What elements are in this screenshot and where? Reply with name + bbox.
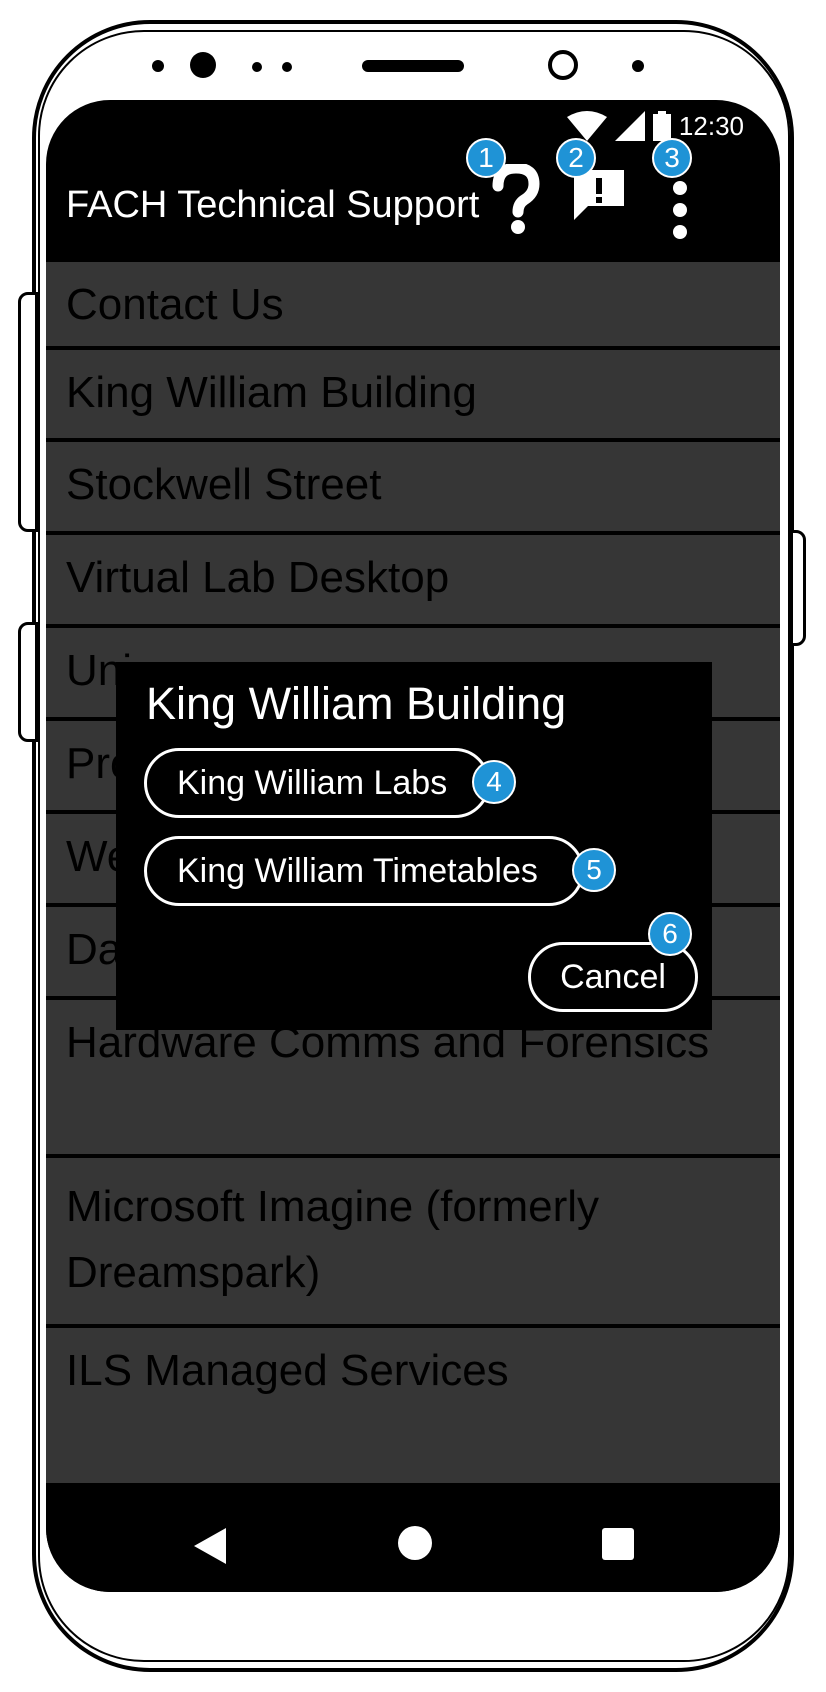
timetables-annotation-badge: 5 bbox=[572, 848, 616, 892]
home-icon[interactable] bbox=[398, 1526, 432, 1560]
list-item[interactable]: Contact Us bbox=[46, 262, 780, 350]
list-item[interactable]: Stockwell Street bbox=[46, 442, 780, 535]
labs-annotation-badge: 4 bbox=[472, 760, 516, 804]
back-icon[interactable] bbox=[194, 1528, 226, 1564]
sensor-dot bbox=[252, 62, 262, 72]
more-annotation-badge: 3 bbox=[652, 138, 692, 178]
more-options-button[interactable] bbox=[666, 178, 694, 248]
king-william-timetables-button[interactable]: King William Timetables bbox=[144, 836, 584, 906]
building-dialog: King William Building King William Labs … bbox=[116, 662, 712, 1030]
navigation-bar bbox=[46, 1492, 780, 1592]
cancel-annotation-badge: 6 bbox=[648, 912, 692, 956]
list-item[interactable]: King William Building bbox=[46, 350, 780, 442]
sensor-dot bbox=[632, 60, 644, 72]
proximity-sensor bbox=[548, 50, 578, 80]
feedback-annotation-badge: 2 bbox=[556, 138, 596, 178]
list-item[interactable]: Microsoft Imagine (formerly Dreamspark) bbox=[46, 1158, 780, 1328]
more-vert-icon bbox=[673, 181, 687, 239]
front-camera-dot bbox=[190, 52, 216, 78]
volume-down-button bbox=[18, 622, 38, 742]
app-title: FACH Technical Support bbox=[66, 184, 480, 226]
earpiece-speaker bbox=[362, 60, 464, 72]
sensor-dot bbox=[152, 60, 164, 72]
list-item[interactable]: ILS Managed Services bbox=[46, 1328, 780, 1483]
dialog-title: King William Building bbox=[146, 678, 567, 729]
volume-up-button bbox=[18, 292, 38, 532]
king-william-labs-button[interactable]: King William Labs bbox=[144, 748, 490, 818]
recents-icon[interactable] bbox=[602, 1528, 634, 1560]
sensor-dot bbox=[282, 62, 292, 72]
power-button bbox=[790, 530, 806, 646]
list-item[interactable]: Virtual Lab Desktop bbox=[46, 535, 780, 628]
app-bar: FACH Technical Support 1 2 3 bbox=[46, 100, 780, 262]
help-annotation-badge: 1 bbox=[466, 138, 506, 178]
